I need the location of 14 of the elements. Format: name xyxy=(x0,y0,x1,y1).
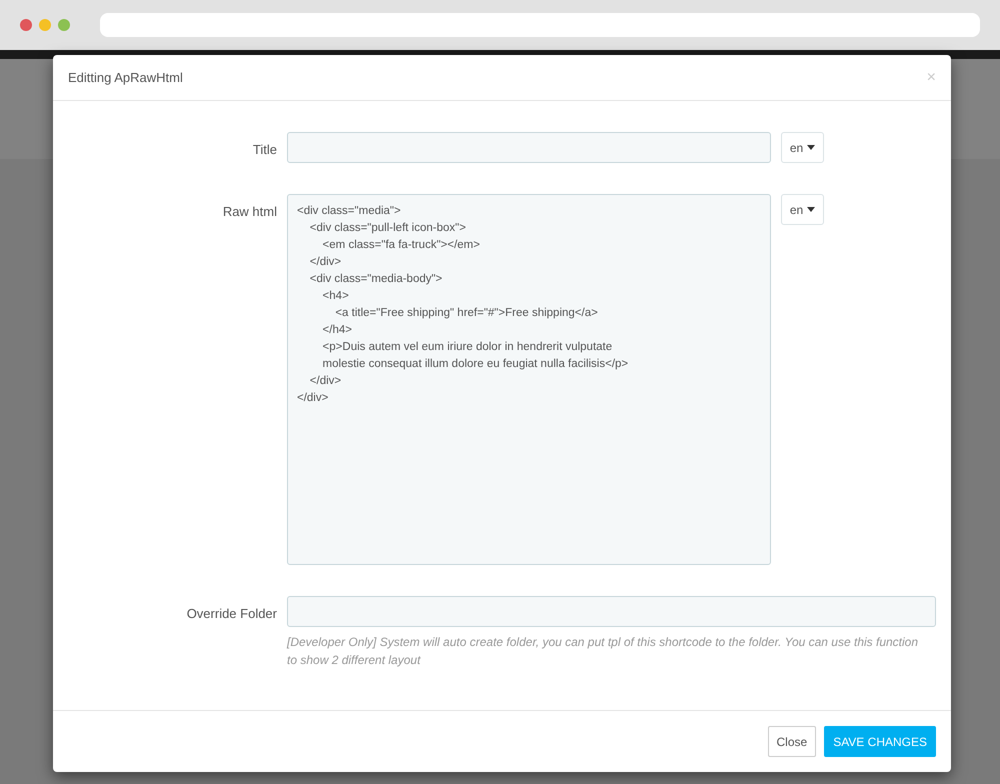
language-dropdown[interactable]: en xyxy=(781,132,824,163)
language-dropdown[interactable]: en xyxy=(781,194,824,225)
text-field[interactable] xyxy=(287,596,936,627)
code-textarea[interactable]: <div class="media"> <div class="pull-left icon-box"> <em class="fa fa-truck"></em> </div> <div class="media-body"> <h4> <a title="Free shipping" href="#">Free shipping</a> </h4> <p>Duis autem vel eum iriure dolor in hendrerit vulputate molestie consequat illum dolore eu feugiat nulla facilisis</p> </div> </div> xyxy=(287,194,771,565)
field-label: Override Folder xyxy=(186,606,277,621)
caret-icon xyxy=(807,207,816,212)
field-label: Title xyxy=(252,142,277,157)
close-button[interactable]: Close xyxy=(768,726,816,757)
modal-title: Editting ApRawHtml xyxy=(68,68,183,87)
caret-icon xyxy=(807,145,816,150)
field-label: Raw html xyxy=(222,204,277,219)
text-field[interactable] xyxy=(287,132,771,163)
address-bar[interactable] xyxy=(100,13,980,37)
help-text: [Developer Only] System will auto create folder, you can put tpl of this shortcode to the folder. You can use this function to show 2 different layout xyxy=(287,634,920,669)
